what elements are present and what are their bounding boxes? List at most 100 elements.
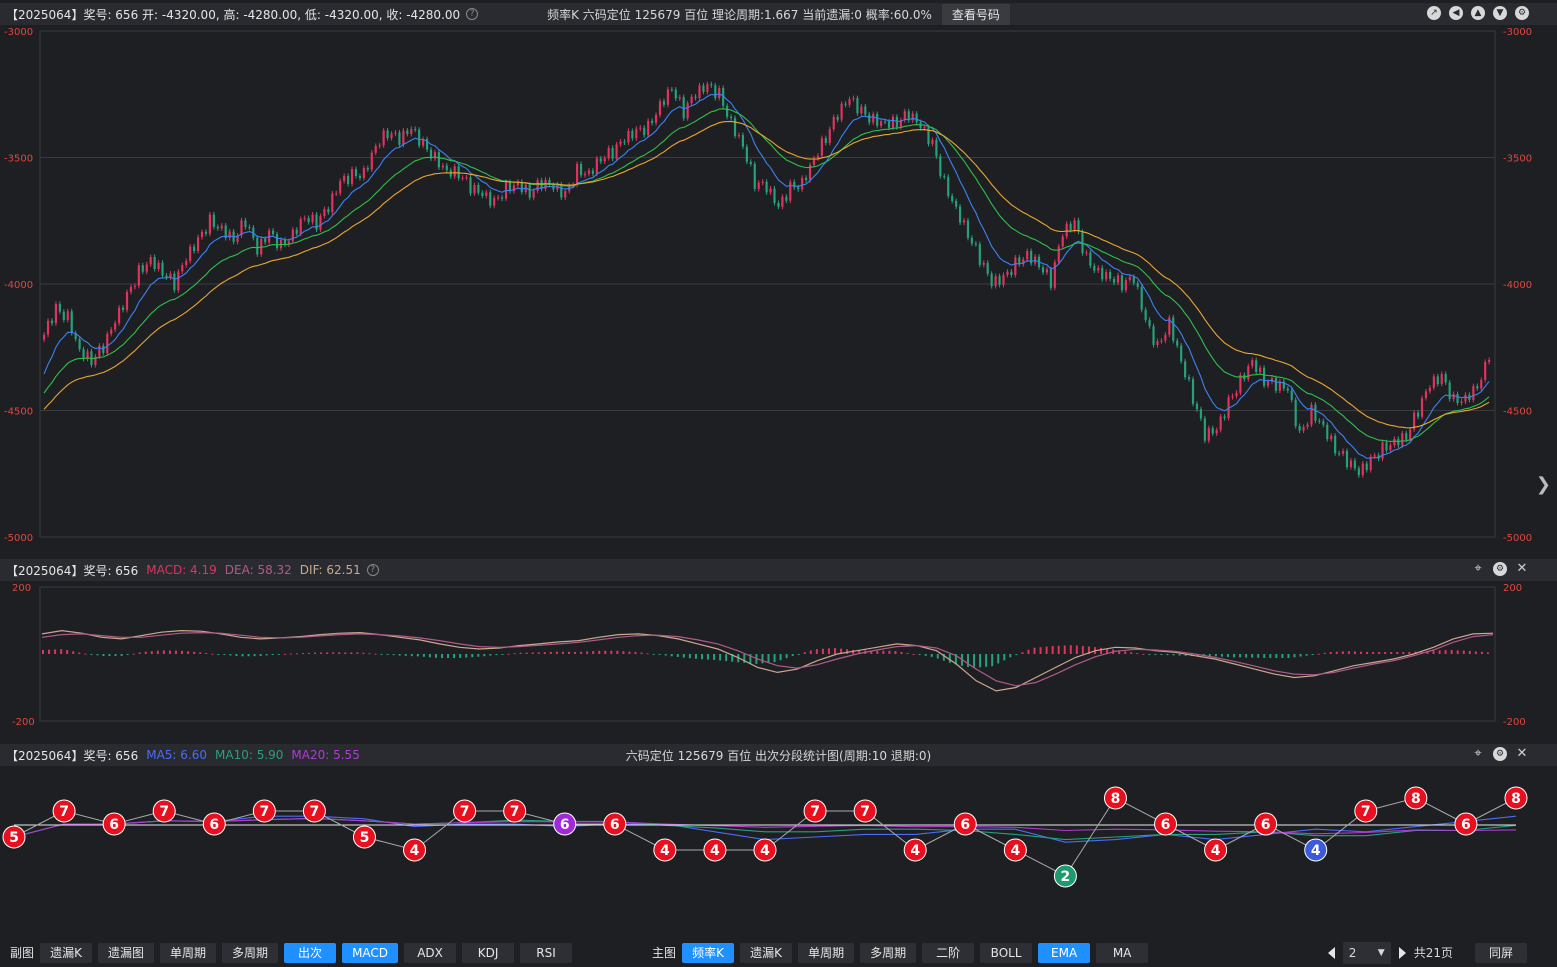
candle: [876, 113, 879, 126]
candle: [939, 156, 942, 177]
candle: [1057, 246, 1060, 263]
down-icon[interactable]: ▼: [1493, 6, 1507, 20]
macd-bar: [967, 654, 970, 667]
macd-help-icon[interactable]: ?: [366, 564, 379, 576]
macd-y-tick-left: -200: [12, 717, 35, 728]
main-button-7[interactable]: MA: [1096, 942, 1149, 963]
pin-icon[interactable]: ⌖: [1471, 562, 1485, 576]
sub-button-8[interactable]: RSI: [520, 942, 573, 963]
candle: [587, 170, 591, 174]
candle: [481, 192, 484, 196]
candle: [1322, 421, 1325, 425]
main-button-2[interactable]: 单周期: [798, 942, 855, 963]
bottom-toolbar: 副图 遗漏K 遗漏图 单周期 多周期 出次 MACD ADX KDJ RSI 主图 频率K 遗漏K…: [0, 938, 1557, 967]
main-button-3[interactable]: 多周期: [860, 942, 917, 963]
macd-bar: [259, 654, 262, 657]
candle: [50, 320, 54, 324]
sub-button-4[interactable]: 出次: [284, 942, 337, 963]
macd-bar: [1305, 654, 1308, 656]
candle: [291, 229, 294, 242]
count-label: 7: [310, 804, 320, 820]
candle: [737, 135, 741, 137]
macd-bar: [1257, 654, 1260, 658]
macd-bar: [924, 654, 927, 656]
segment-gear-icon[interactable]: ⚙: [1493, 747, 1507, 761]
sub-button-2[interactable]: 单周期: [160, 942, 217, 963]
candle: [852, 98, 855, 100]
macd-bar: [628, 651, 631, 654]
candle: [1136, 283, 1139, 288]
sub-button-0[interactable]: 遗漏K: [40, 942, 93, 963]
segment-close-icon[interactable]: ✕: [1515, 747, 1529, 761]
candle: [607, 147, 610, 159]
sub-button-5[interactable]: MACD: [342, 942, 399, 963]
candle: [382, 130, 385, 146]
macd-bar: [694, 654, 697, 659]
candle: [354, 169, 358, 177]
y-tick-right: -3500: [1503, 154, 1532, 165]
sub-button-6[interactable]: ADX: [404, 942, 457, 963]
candle: [765, 181, 768, 193]
main-button-4[interactable]: 二阶: [922, 942, 975, 963]
macd-bar: [1335, 651, 1338, 654]
macd-bar: [616, 650, 619, 654]
macd-bar: [1347, 651, 1350, 654]
macd-chart: 200 200 -200 -200: [12, 583, 1526, 728]
macd-gear-icon[interactable]: ⚙: [1493, 562, 1507, 576]
macd-bar: [108, 654, 111, 657]
prev-page-icon[interactable]: [1327, 946, 1335, 959]
macd-bar: [308, 652, 311, 654]
gear-icon[interactable]: ⚙: [1515, 6, 1529, 20]
candle: [1452, 394, 1455, 400]
segment-pin-icon[interactable]: ⌖: [1471, 747, 1485, 761]
candle: [761, 181, 764, 183]
macd-bar: [531, 652, 534, 654]
sub-button-1[interactable]: 遗漏图: [98, 942, 155, 963]
sub-button-7[interactable]: KDJ: [462, 942, 515, 963]
macd-bar: [1178, 654, 1181, 656]
candle: [848, 99, 851, 105]
candle: [62, 311, 65, 320]
macd-bar: [1130, 652, 1133, 654]
candle: [1314, 404, 1317, 421]
candle: [1460, 401, 1463, 403]
help-icon[interactable]: ?: [466, 8, 479, 20]
candle: [1199, 409, 1203, 419]
close-icon[interactable]: ✕: [1515, 562, 1529, 576]
query-numbers-button[interactable]: 查看号码: [941, 3, 1010, 25]
page-select[interactable]: 2 ▼: [1342, 941, 1391, 964]
candle: [1326, 424, 1329, 440]
main-button-0[interactable]: 频率K: [682, 942, 735, 963]
sync-screen-button[interactable]: 同屏: [1475, 942, 1527, 963]
candle: [1172, 317, 1175, 341]
main-button-5[interactable]: BOLL: [980, 942, 1033, 963]
macd-bar: [211, 653, 214, 655]
macd-y-tick-left: 200: [12, 583, 31, 594]
chevron-right-icon[interactable]: ❯: [1536, 474, 1551, 495]
page-value: 2: [1348, 945, 1357, 960]
candle: [1444, 374, 1447, 383]
up-icon[interactable]: ▲: [1471, 6, 1485, 20]
candle: [500, 197, 504, 199]
compass-icon[interactable]: ↗: [1427, 6, 1441, 20]
macd-bar: [997, 654, 1000, 664]
macd-bar: [410, 654, 413, 657]
candle: [173, 273, 176, 291]
sub-button-3[interactable]: 多周期: [222, 942, 279, 963]
candle: [43, 334, 46, 340]
macd-bar: [1396, 651, 1399, 654]
back-icon[interactable]: ◀: [1449, 6, 1463, 20]
candle: [615, 144, 618, 159]
main-chart-info: 【2025064】奖号: 656 开: -4320.00, 高: -4280.0…: [6, 7, 461, 22]
macd-bar: [586, 651, 589, 654]
count-label: 4: [1311, 843, 1321, 859]
main-button-1[interactable]: 遗漏K: [740, 942, 793, 963]
candle: [54, 303, 58, 324]
main-button-6[interactable]: EMA: [1038, 942, 1091, 963]
macd-bar: [126, 654, 129, 655]
candle: [856, 98, 859, 114]
candle: [1397, 438, 1400, 446]
candle: [441, 165, 444, 168]
next-page-icon[interactable]: [1398, 946, 1406, 959]
candle: [1239, 374, 1242, 393]
